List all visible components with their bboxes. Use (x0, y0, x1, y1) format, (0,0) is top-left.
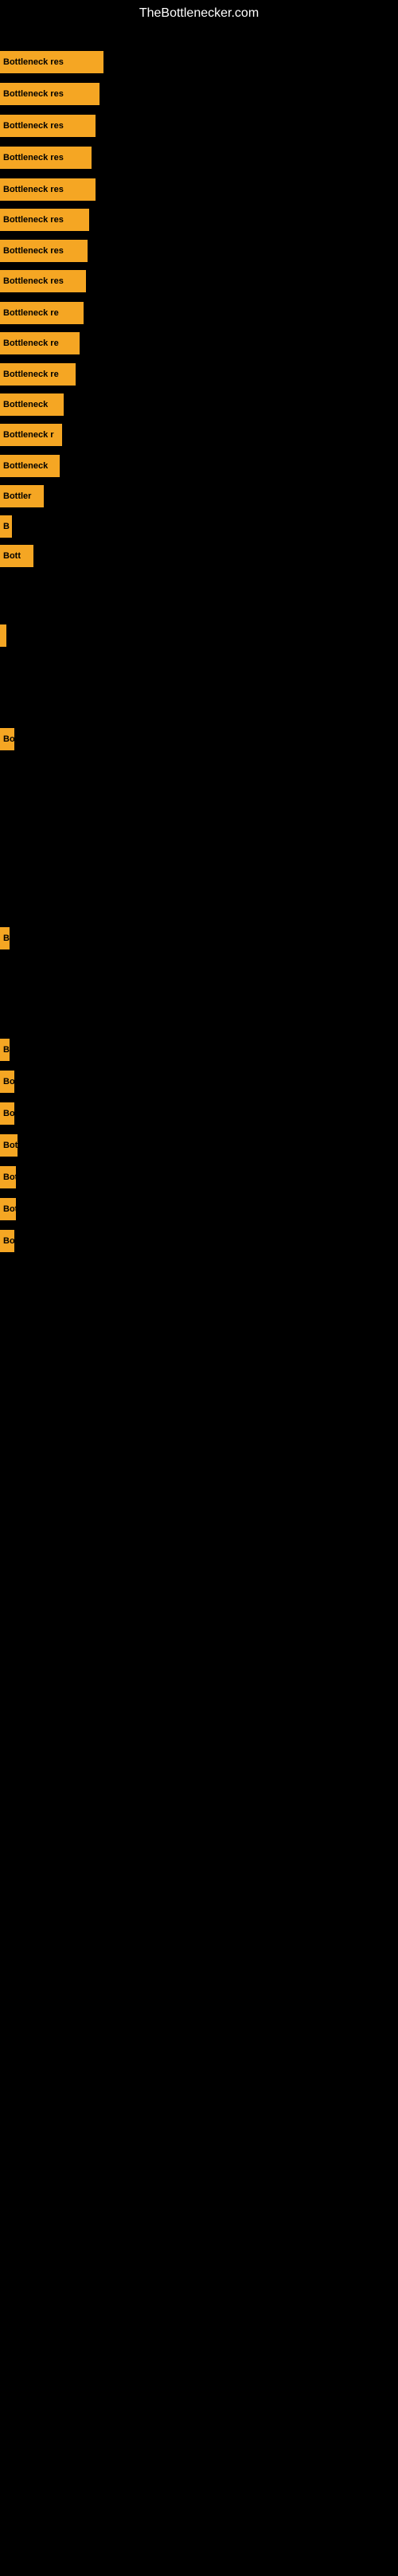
bar-label: Bot (3, 1173, 16, 1182)
list-item: Bo (0, 728, 14, 750)
bar-item: Bottleneck (0, 393, 64, 416)
list-item: Bottleneck re (0, 363, 76, 386)
list-item (0, 624, 6, 647)
list-item: Bottleneck (0, 393, 64, 416)
bar-item: B (0, 927, 10, 949)
bar-item: Bott (0, 545, 33, 567)
list-item: Bottleneck res (0, 83, 100, 105)
list-item: B (0, 927, 10, 949)
list-item: Bottleneck res (0, 178, 96, 201)
list-item: Bottleneck res (0, 51, 103, 73)
list-item: Bo (0, 1071, 14, 1093)
bar-item: Bot (0, 1166, 16, 1188)
bar-item: Bo (0, 1071, 14, 1093)
list-item: B (0, 1039, 10, 1061)
list-item: Bottleneck res (0, 240, 88, 262)
bar-item: Bottleneck res (0, 209, 89, 231)
bar-label: Bottleneck (3, 461, 48, 471)
list-item: Bot (0, 1134, 18, 1157)
bar-item: Bottleneck res (0, 83, 100, 105)
bar-label: Bo (3, 734, 14, 744)
list-item: Bottler (0, 485, 44, 507)
list-item: Bo (0, 1230, 14, 1252)
bar-label: Bottleneck res (3, 185, 64, 194)
bar-label: Bottleneck r (3, 430, 54, 440)
list-item: Bott (0, 545, 33, 567)
list-item: Bottleneck res (0, 209, 89, 231)
bar-item: Bo (0, 1230, 14, 1252)
list-item: Bottleneck res (0, 147, 92, 169)
bar-label: Bottleneck re (3, 339, 59, 348)
list-item: Bo (0, 1102, 14, 1125)
bar-item: Bottleneck res (0, 115, 96, 137)
bar-label: Bo (3, 1236, 14, 1246)
bar-label: Bottler (3, 491, 31, 501)
bar-label: Bottleneck res (3, 57, 64, 67)
bar-label: Bottleneck res (3, 246, 64, 256)
bar-label: Bo (3, 1077, 14, 1086)
bar-item: Bottleneck re (0, 332, 80, 354)
bar-label: Bottleneck res (3, 121, 64, 131)
list-item: Bot (0, 1166, 16, 1188)
list-item: Bottleneck res (0, 270, 86, 292)
bar-label: Bo (3, 1109, 14, 1118)
bar-label: Bot (3, 1141, 18, 1150)
bar-item: B (0, 515, 12, 538)
bar-label: Bottleneck re (3, 308, 59, 318)
bar-label: Bottleneck res (3, 89, 64, 99)
bar-label: B (3, 522, 10, 531)
bar-item: Bottleneck r (0, 424, 62, 446)
bar-label: Bott (3, 551, 21, 561)
bar-item (0, 624, 6, 647)
bar-item: Bot (0, 1198, 16, 1220)
bar-item: Bo (0, 1102, 14, 1125)
bar-item: Bottleneck res (0, 270, 86, 292)
bar-item: B (0, 1039, 10, 1061)
bar-item: Bottleneck re (0, 302, 84, 324)
list-item: Bottleneck re (0, 332, 80, 354)
page-title: TheBottlenecker.com (0, 0, 398, 27)
bar-item: Bottleneck re (0, 363, 76, 386)
bar-label: Bottleneck res (3, 153, 64, 162)
bar-label: Bottleneck re (3, 370, 59, 379)
bar-item: Bottler (0, 485, 44, 507)
list-item: B (0, 515, 12, 538)
bar-item: Bottleneck res (0, 51, 103, 73)
bar-label: Bottleneck (3, 400, 48, 409)
bar-item: Bottleneck (0, 455, 60, 477)
bar-label: Bot (3, 1204, 16, 1214)
bar-label: Bottleneck res (3, 215, 64, 225)
list-item: Bottleneck r (0, 424, 62, 446)
list-item: Bottleneck re (0, 302, 84, 324)
list-item: Bot (0, 1198, 16, 1220)
bar-item: Bottleneck res (0, 147, 92, 169)
list-item: Bottleneck (0, 455, 60, 477)
bar-item: Bot (0, 1134, 18, 1157)
bar-item: Bo (0, 728, 14, 750)
bar-item: Bottleneck res (0, 178, 96, 201)
bar-item: Bottleneck res (0, 240, 88, 262)
bar-label: Bottleneck res (3, 276, 64, 286)
list-item: Bottleneck res (0, 115, 96, 137)
bar-label: B (3, 1045, 10, 1055)
bar-label: B (3, 934, 10, 943)
